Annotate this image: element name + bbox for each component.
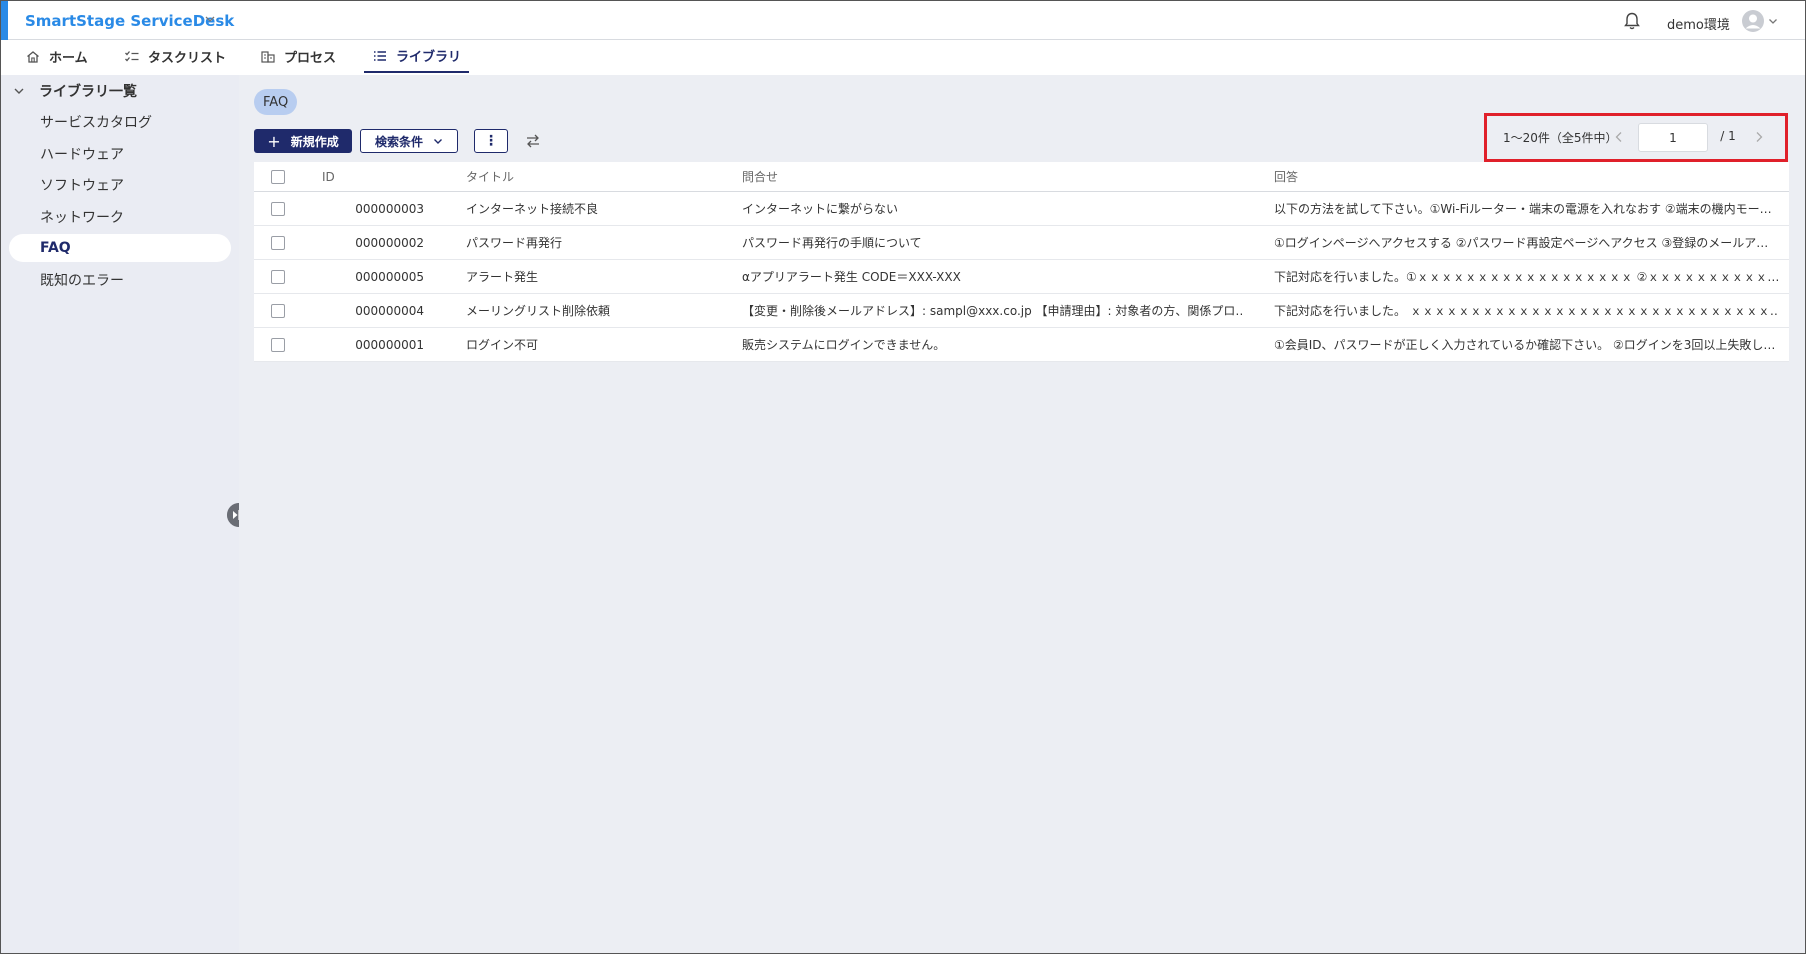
main-content: FAQ + 新規作成 検索条件 ⋮ 1〜20件（全5件中） / 1 ID タイト… xyxy=(239,75,1805,953)
row-id: 000000002 xyxy=(355,235,424,250)
row-id: 000000005 xyxy=(355,269,424,284)
table-row[interactable]: 000000002 パスワード再発行 パスワード再発行の手順について ①ログイン… xyxy=(254,226,1789,260)
column-header-id[interactable]: ID xyxy=(322,162,335,191)
more-options-button[interactable]: ⋮ xyxy=(474,129,508,153)
row-inquiry: インターネットに繋がらない xyxy=(742,202,899,216)
table-row[interactable]: 000000003 インターネット接続不良 インターネットに繋がらない 以下の方… xyxy=(254,192,1789,226)
process-icon xyxy=(261,50,275,63)
plus-icon: + xyxy=(267,131,281,151)
row-checkbox[interactable] xyxy=(271,304,285,318)
tab-process[interactable]: プロセス xyxy=(260,40,336,73)
tab-home-label: ホーム xyxy=(49,51,88,66)
pagination-range: 1〜20件（全5件中） xyxy=(1503,131,1618,145)
faq-table: ID タイトル 問合せ 回答 000000003 インターネット接続不良 インタ… xyxy=(254,162,1789,362)
sidebar-item-label: 既知のエラー xyxy=(40,273,124,289)
row-id: 000000001 xyxy=(355,337,424,352)
chevron-down-icon[interactable] xyxy=(204,13,216,25)
sidebar-heading-label: ライブラリ一覧 xyxy=(39,84,137,100)
table-row[interactable]: 000000001 ログイン不可 販売システムにログインできません。 ①会員ID… xyxy=(254,328,1789,362)
sidebar-item-faq[interactable]: FAQ xyxy=(9,234,231,262)
row-title[interactable]: メーリングリスト削除依頼 xyxy=(466,294,716,327)
sidebar-heading[interactable]: ライブラリ一覧 xyxy=(13,81,137,101)
row-checkbox[interactable] xyxy=(271,202,285,216)
tab-library-label: ライブラリ xyxy=(396,50,462,65)
sidebar-item-label: FAQ xyxy=(40,240,71,256)
sidebar-item-label: サービスカタログ xyxy=(40,115,152,131)
app-title[interactable]: SmartStage ServiceDesk xyxy=(25,12,234,30)
sidebar-item-label: ソフトウェア xyxy=(40,178,124,194)
column-header-inquiry[interactable]: 問合せ xyxy=(742,162,1242,191)
select-all-checkbox[interactable] xyxy=(271,170,285,184)
sidebar-item-label: ハードウェア xyxy=(40,147,124,163)
column-header-title[interactable]: タイトル xyxy=(466,162,716,191)
home-icon xyxy=(27,50,39,63)
row-inquiry: パスワード再発行の手順について xyxy=(742,236,922,250)
checklist-icon xyxy=(125,50,139,61)
row-checkbox[interactable] xyxy=(271,338,285,352)
new-create-button[interactable]: + 新規作成 xyxy=(254,129,352,153)
tab-process-label: プロセス xyxy=(284,51,337,66)
more-vertical-icon: ⋮ xyxy=(484,133,498,149)
header-accent-bar xyxy=(1,1,8,40)
app-header: SmartStage ServiceDesk demo環境 xyxy=(1,1,1805,40)
bell-icon[interactable] xyxy=(1622,11,1642,31)
sidebar-item-label: ネットワーク xyxy=(40,210,124,226)
sidebar-item-service-catalog[interactable]: サービスカタログ xyxy=(9,108,231,136)
sidebar-item-known-errors[interactable]: 既知のエラー xyxy=(9,266,231,294)
search-conditions-label: 検索条件 xyxy=(374,134,423,149)
row-checkbox[interactable] xyxy=(271,236,285,250)
chevron-down-icon xyxy=(434,139,442,144)
sidebar-item-software[interactable]: ソフトウェア xyxy=(9,171,231,199)
chevron-left-icon[interactable] xyxy=(1614,131,1624,143)
tab-tasklist-label: タスクリスト xyxy=(148,51,227,66)
tab-library[interactable]: ライブラリ xyxy=(364,40,470,73)
row-title[interactable]: アラート発生 xyxy=(466,260,716,293)
chevron-down-icon[interactable] xyxy=(1768,16,1778,26)
row-id: 000000003 xyxy=(355,201,424,216)
pagination-total: / 1 xyxy=(1720,129,1736,143)
main-nav: ホーム タスクリスト プロセス ライブラリ xyxy=(1,40,1805,75)
page-number-input[interactable] xyxy=(1638,123,1708,152)
new-create-label: 新規作成 xyxy=(290,134,339,149)
row-title[interactable]: インターネット接続不良 xyxy=(466,192,716,225)
table-header: ID タイトル 問合せ 回答 xyxy=(254,162,1789,192)
row-answer: 以下の方法を試して下さい。①Wi-Fiルーター・端末の電源を入れなおす ②端末の… xyxy=(1274,202,1772,216)
sidebar-item-hardware[interactable]: ハードウェア xyxy=(9,140,231,168)
pagination: 1〜20件（全5件中） / 1 xyxy=(1484,113,1788,162)
row-inquiry: 販売システムにログインできません。 xyxy=(742,338,946,352)
row-id: 000000004 xyxy=(355,303,424,318)
row-inquiry: 【変更・削除後メールアドレス】: sampl@xxx.co.jp 【申請理由】:… xyxy=(742,304,1242,318)
table-row[interactable]: 000000004 メーリングリスト削除依頼 【変更・削除後メールアドレス】: … xyxy=(254,294,1789,328)
row-inquiry: αアプリアラート発生 CODE＝XXX-XXX xyxy=(742,270,961,284)
row-answer: ①ログインページへアクセスする ②パスワード再設定ページへアクセス ③登録のメー… xyxy=(1274,236,1769,250)
row-answer: 下記対応を行いました。①ｘｘｘｘｘｘｘｘｘｘｘｘｘｘｘｘｘｘ ②ｘｘｘｘｘｘｘｘ… xyxy=(1274,270,1779,284)
row-title[interactable]: ログイン不可 xyxy=(466,328,716,361)
list-icon xyxy=(374,50,386,61)
row-answer: ①会員ID、パスワードが正しく入力されているか確認下さい。 ②ログインを3回以上… xyxy=(1274,338,1776,352)
sidebar: ライブラリ一覧 サービスカタログ ハードウェア ソフトウェア ネットワーク FA… xyxy=(1,75,239,953)
chevron-down-icon[interactable] xyxy=(13,85,25,97)
swap-icon[interactable] xyxy=(524,132,542,150)
row-checkbox[interactable] xyxy=(271,270,285,284)
column-header-answer[interactable]: 回答 xyxy=(1274,162,1779,191)
sidebar-item-network[interactable]: ネットワーク xyxy=(9,203,231,231)
tab-home[interactable]: ホーム xyxy=(25,40,88,73)
environment-label[interactable]: demo環境 xyxy=(1667,14,1730,33)
tab-tasklist[interactable]: タスクリスト xyxy=(124,40,226,73)
breadcrumb-chip: FAQ xyxy=(254,89,298,115)
search-conditions-button[interactable]: 検索条件 xyxy=(360,129,458,153)
avatar-icon[interactable] xyxy=(1741,9,1765,33)
row-answer: 下記対応を行いました。 ｘｘｘｘｘｘｘｘｘｘｘｘｘｘｘｘｘｘｘｘｘｘｘｘｘｘｘｘ… xyxy=(1274,304,1779,318)
row-title[interactable]: パスワード再発行 xyxy=(466,226,716,259)
table-row[interactable]: 000000005 アラート発生 αアプリアラート発生 CODE＝XXX-XXX… xyxy=(254,260,1789,294)
chevron-right-icon[interactable] xyxy=(1754,131,1764,143)
